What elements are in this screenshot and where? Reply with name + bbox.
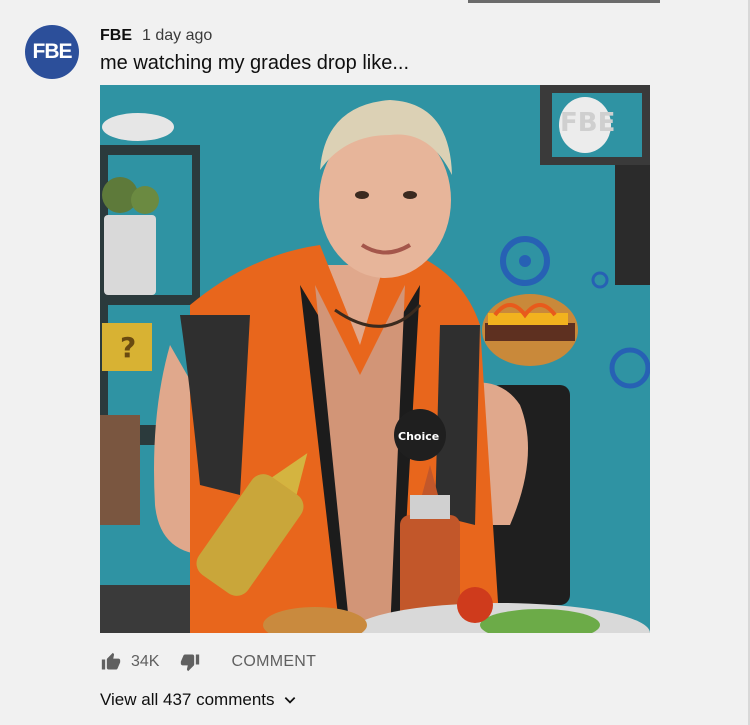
like-count: 34K — [131, 653, 160, 670]
channel-avatar[interactable]: FBE — [25, 25, 79, 79]
thumbs-down-icon[interactable] — [179, 651, 201, 673]
top-scroll-indicator — [468, 0, 660, 3]
view-all-comments-link[interactable]: View all 437 comments — [100, 690, 297, 710]
shirt-logo-text: Choice — [398, 430, 439, 443]
avatar-logo-text: FBE — [32, 40, 73, 63]
post-image[interactable]: ? FBE Choice — [100, 85, 650, 633]
comment-button[interactable]: COMMENT — [231, 653, 316, 671]
thumbs-up-icon[interactable] — [100, 651, 122, 673]
view-comments-label: View all 437 comments — [100, 690, 275, 709]
wall-logo-text: FBE — [560, 108, 615, 138]
post-text: me watching my grades drop like... — [100, 52, 410, 74]
post-header: FBE 1 day ago — [100, 27, 212, 45]
chevron-down-icon — [283, 693, 297, 707]
svg-text:?: ? — [120, 331, 136, 364]
post-photo: ? FBE Choice — [100, 85, 650, 633]
channel-name[interactable]: FBE — [100, 27, 132, 45]
post-actions: 34K COMMENT — [100, 650, 316, 674]
post-timestamp[interactable]: 1 day ago — [142, 27, 212, 45]
